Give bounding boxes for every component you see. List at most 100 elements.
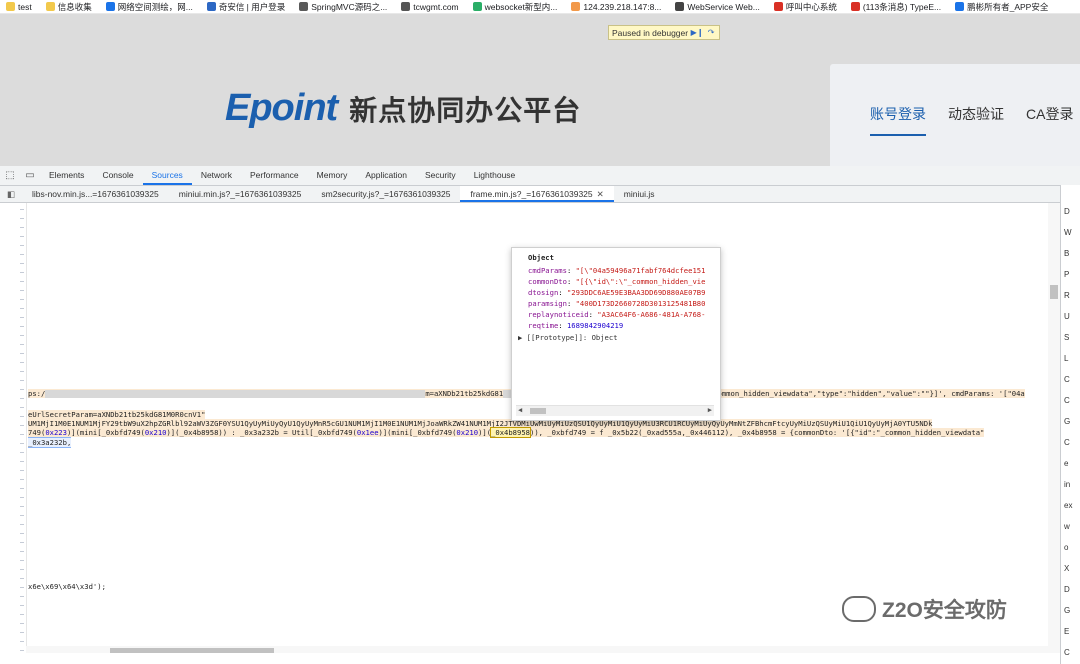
- scroll-right-icon[interactable]: ▶: [708, 406, 712, 414]
- property-row[interactable]: dtosign: "293DDC6AE59E3BAA3DD69D880AE07B…: [528, 288, 705, 297]
- property-key: paramsign: [528, 299, 567, 308]
- prototype-row[interactable]: ▶ [[Prototype]]: Object: [518, 333, 618, 342]
- sidebar-section[interactable]: o: [1064, 543, 1068, 553]
- inspect-element-icon[interactable]: ⬚: [0, 170, 20, 181]
- code-text: )](mini[_0xbfd749(: [66, 428, 145, 437]
- property-value: 1689842904219: [566, 321, 624, 330]
- debugger-banner-label: Paused in debugger: [612, 27, 689, 38]
- line-marker: [20, 641, 24, 642]
- line-marker: [20, 209, 24, 210]
- property-row[interactable]: replaynoticeid: "A3AC64F6-A686-481A-A768…: [528, 310, 705, 319]
- sidebar-section[interactable]: w: [1064, 522, 1070, 532]
- sidebar-section[interactable]: C: [1064, 438, 1070, 448]
- scrollbar-thumb[interactable]: [110, 648, 274, 653]
- bookmark-item[interactable]: websocket新型内...: [472, 1, 557, 13]
- bookmark-item[interactable]: 鹏彬所有者_APP安全: [955, 1, 1048, 13]
- sidebar-section[interactable]: in: [1064, 480, 1070, 490]
- sidebar-section[interactable]: X: [1064, 564, 1069, 574]
- prototype-label: [[Prototype]]: Object: [526, 333, 618, 342]
- tab-application[interactable]: Application: [356, 166, 416, 185]
- bookmark-item[interactable]: (113条消息) TypeE...: [850, 1, 942, 13]
- line-marker: [20, 308, 24, 309]
- sidebar-section[interactable]: W: [1064, 228, 1072, 238]
- device-toolbar-icon[interactable]: ▭: [20, 170, 40, 181]
- sidebar-section[interactable]: ex: [1064, 501, 1072, 511]
- vertical-scrollbar[interactable]: [1048, 203, 1060, 653]
- tab-network[interactable]: Network: [192, 166, 241, 185]
- bookmark-item[interactable]: WebService Web...: [675, 2, 760, 12]
- scrollbar-thumb[interactable]: [530, 408, 546, 414]
- resume-icon[interactable]: ▶❙: [691, 28, 704, 38]
- line-marker: [20, 569, 24, 570]
- file-tab-sm2security[interactable]: sm2security.js?_=1676361039325: [311, 186, 460, 202]
- file-tab-miniui[interactable]: miniui.js: [614, 186, 665, 202]
- tab-dynamic-verify[interactable]: 动态验证: [948, 104, 1004, 136]
- horizontal-scrollbar[interactable]: [26, 646, 1048, 653]
- bookmark-label: 信息收集: [57, 1, 92, 12]
- sidebar-section[interactable]: P: [1064, 270, 1069, 280]
- tab-elements[interactable]: Elements: [40, 166, 93, 185]
- tab-memory[interactable]: Memory: [308, 166, 357, 185]
- property-row[interactable]: cmdParams: "[\"04a59496a71fabf764dcfee15…: [528, 266, 705, 275]
- source-file-tabs: ◧ libs-nov.min.js...=1676361039325 miniu…: [0, 186, 1060, 203]
- file-tab-libs[interactable]: libs-nov.min.js...=1676361039325: [22, 186, 169, 202]
- sidebar-section[interactable]: B: [1064, 249, 1069, 259]
- scroll-left-icon[interactable]: ◀: [518, 406, 522, 414]
- bookmark-icon: [773, 2, 783, 11]
- tab-security[interactable]: Security: [416, 166, 465, 185]
- property-value: "[\"04a59496a71fabf764dcfee151: [575, 266, 706, 275]
- tab-sources[interactable]: Sources: [142, 166, 192, 185]
- sidebar-section[interactable]: D: [1064, 207, 1070, 217]
- bookmark-item[interactable]: SpringMVC源码之...: [299, 1, 387, 13]
- property-row[interactable]: reqtime: 1689842904219: [528, 321, 623, 330]
- bookmark-label: (113条消息) TypeE...: [862, 1, 942, 12]
- sidebar-section[interactable]: E: [1064, 627, 1069, 637]
- sidebar-section[interactable]: R: [1064, 291, 1070, 301]
- bookmark-item[interactable]: 呼叫中心系统: [773, 1, 837, 13]
- expand-triangle-icon[interactable]: ▶: [518, 333, 522, 342]
- sidebar-section[interactable]: e: [1064, 459, 1068, 469]
- sidebar-section[interactable]: S: [1064, 333, 1069, 343]
- close-icon[interactable]: ✕: [597, 189, 604, 199]
- bookmark-item[interactable]: test: [6, 2, 32, 12]
- property-row[interactable]: paramsign: "400D173D2660728D3013125481B8…: [528, 299, 705, 308]
- code-number: 0x1ee: [356, 428, 379, 437]
- bookmark-item[interactable]: 124.239.218.147:8...: [571, 2, 661, 12]
- scrollbar-thumb[interactable]: [1050, 285, 1058, 299]
- tab-account-login[interactable]: 账号登录: [870, 104, 926, 136]
- sidebar-section[interactable]: D: [1064, 585, 1070, 595]
- sidebar-section[interactable]: C: [1064, 396, 1070, 406]
- line-marker: [20, 236, 24, 237]
- watermark-text: Z2O安全攻防: [882, 599, 1007, 622]
- property-row[interactable]: commonDto: "[{\"id\":\"_common_hidden_vi…: [528, 277, 705, 286]
- sidebar-section[interactable]: C: [1064, 648, 1070, 658]
- hovered-variable[interactable]: _0x4b8958: [490, 427, 531, 438]
- tab-lighthouse[interactable]: Lighthouse: [465, 166, 525, 185]
- tab-console[interactable]: Console: [93, 166, 142, 185]
- sidebar-section[interactable]: L: [1064, 354, 1068, 364]
- sidebar-section[interactable]: C: [1064, 375, 1070, 385]
- bookmark-icon: [299, 2, 309, 11]
- line-marker: [20, 245, 24, 246]
- bookmark-item[interactable]: 网络空间测绘，网...: [105, 1, 193, 13]
- file-tab-miniui-min[interactable]: miniui.min.js?_=1676361039325: [169, 186, 312, 202]
- bookmark-item[interactable]: 信息收集: [45, 1, 92, 13]
- bookmark-item[interactable]: tcwgmt.com: [401, 2, 459, 12]
- sidebar-section[interactable]: U: [1064, 312, 1070, 322]
- line-marker: [20, 470, 24, 471]
- line-marker: [20, 461, 24, 462]
- file-tab-frame-min[interactable]: frame.min.js?_=1676361039325 ✕: [460, 186, 614, 202]
- popover-scrollbar[interactable]: ◀ ▶: [516, 405, 714, 416]
- sidebar-section[interactable]: G: [1064, 606, 1070, 616]
- line-marker: [20, 299, 24, 300]
- step-over-icon[interactable]: ↷: [706, 28, 716, 38]
- sidebar-section[interactable]: G: [1064, 417, 1070, 427]
- bookmark-label: test: [18, 1, 32, 12]
- bookmark-icon: [401, 2, 411, 11]
- line-marker: [20, 560, 24, 561]
- bookmark-label: 奇安信 | 用户登录: [218, 1, 286, 12]
- bookmark-item[interactable]: 奇安信 | 用户登录: [206, 1, 286, 13]
- tab-performance[interactable]: Performance: [241, 166, 308, 185]
- tab-ca-login[interactable]: CA登录: [1026, 104, 1073, 136]
- toggle-navigator-icon[interactable]: ◧: [0, 189, 22, 200]
